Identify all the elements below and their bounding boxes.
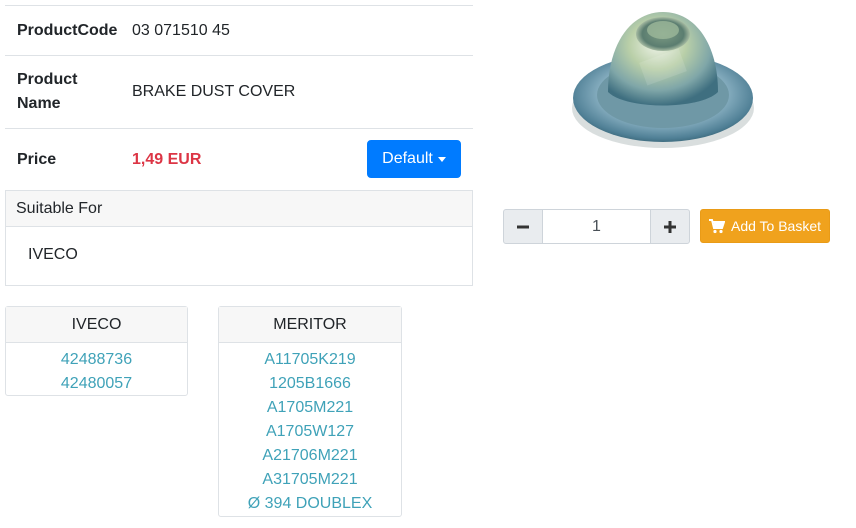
plus-icon — [664, 220, 676, 233]
cross-ref-code-link[interactable]: Ø 394 DOUBLEX — [219, 492, 401, 516]
price-value: 1,49 EUR — [132, 151, 202, 168]
product-name-label: Product Name — [5, 68, 132, 116]
currency-dropdown-label: Default — [382, 150, 433, 167]
cross-ref-code-list: 42488736 42480057 — [6, 343, 187, 396]
price-row: Price 1,49 EUR Default — [5, 128, 473, 191]
cross-ref-code-link[interactable]: A1705M221 — [219, 396, 401, 420]
cross-ref-code-link[interactable]: 42488736 — [6, 348, 187, 372]
increase-quantity-button[interactable] — [650, 209, 690, 244]
cross-ref-brand-header: MERITOR — [219, 307, 401, 343]
suitable-for-value: IVECO — [28, 246, 78, 263]
product-name-row: Product Name BRAKE DUST COVER — [5, 55, 473, 128]
cross-ref-code-link[interactable]: 1205B1666 — [219, 372, 401, 396]
currency-dropdown-button[interactable]: Default — [367, 140, 461, 178]
add-to-basket-button[interactable]: Add To Basket — [700, 209, 830, 243]
caret-down-icon — [437, 156, 446, 162]
cross-ref-code-link[interactable]: 42480057 — [6, 372, 187, 396]
cross-ref-brand-header: IVECO — [6, 307, 187, 343]
cross-ref-code-link[interactable]: A21706M221 — [219, 444, 401, 468]
product-code-label: ProductCode — [17, 21, 118, 39]
product-image — [572, 12, 754, 148]
product-info-table: ProductCode 03 071510 45 Product Name BR… — [5, 5, 473, 191]
suitable-for-header: Suitable For — [6, 191, 472, 227]
product-code-row: ProductCode 03 071510 45 — [5, 5, 473, 55]
cross-ref-card-iveco: IVECO 42488736 42480057 — [5, 306, 188, 396]
quantity-stepper — [503, 209, 690, 244]
suitable-for-card: Suitable For IVECO — [5, 190, 473, 286]
decrease-quantity-button[interactable] — [503, 209, 543, 244]
product-code-value: 03 071510 45 — [132, 21, 230, 39]
cart-icon — [708, 218, 725, 233]
cross-ref-code-link[interactable]: A1705W127 — [219, 420, 401, 444]
cross-ref-card-meritor: MERITOR A11705K219 1205B1666 A1705M221 A… — [218, 306, 402, 517]
product-name-label-line2: Name — [17, 95, 61, 112]
price-label: Price — [17, 151, 57, 168]
minus-icon — [517, 225, 529, 228]
cross-ref-code-link[interactable]: A31705M221 — [219, 468, 401, 492]
product-name-label-line1: Product — [17, 71, 78, 88]
product-name-value: BRAKE DUST COVER — [132, 83, 296, 100]
cross-ref-code-link[interactable]: A11705K219 — [219, 348, 401, 372]
quantity-input[interactable] — [543, 209, 650, 244]
add-to-basket-label: Add To Basket — [730, 218, 822, 234]
cross-ref-code-list: A11705K219 1205B1666 A1705M221 A1705W127… — [219, 343, 401, 516]
